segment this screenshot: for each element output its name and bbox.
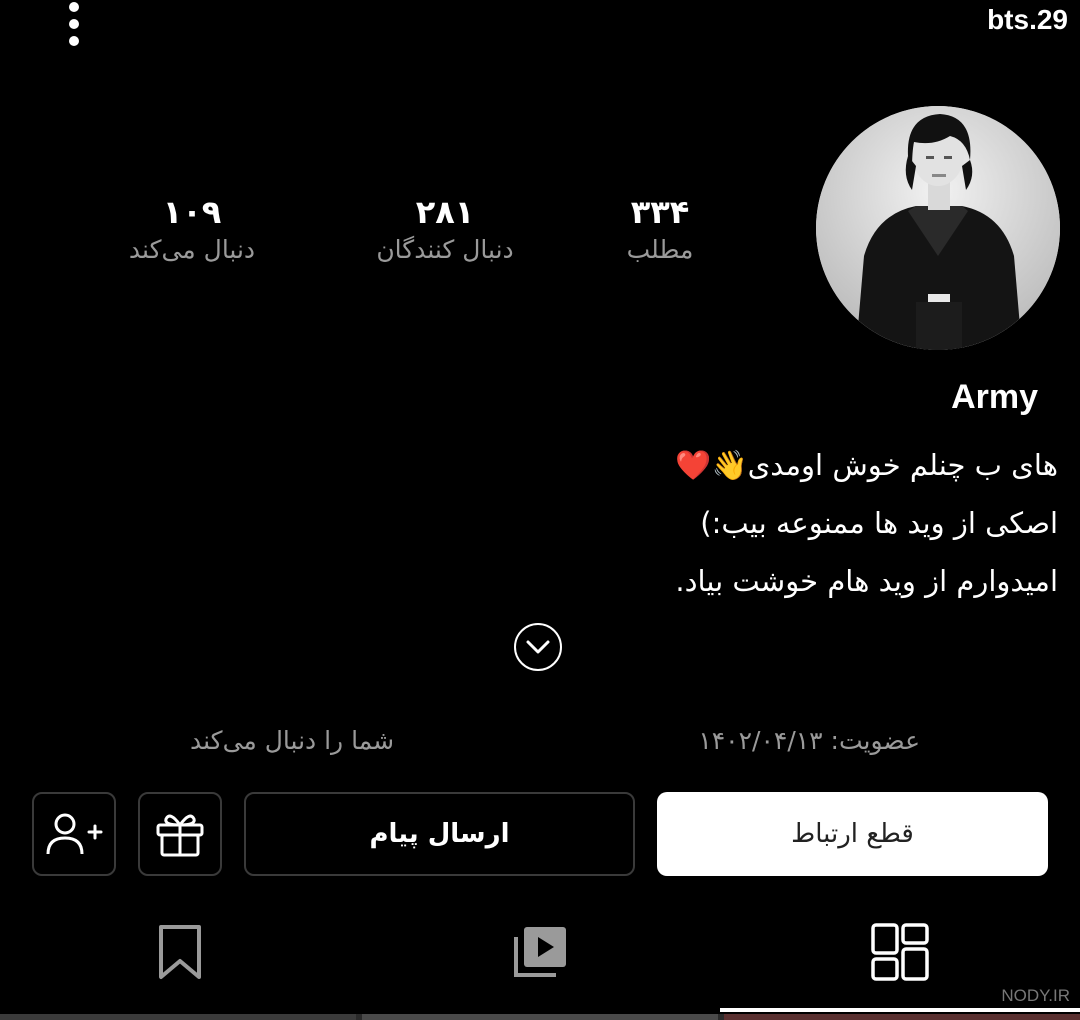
add-user-button[interactable] xyxy=(32,792,116,876)
send-message-label: ارسال پیام xyxy=(369,819,510,849)
watermark: NODY.IR xyxy=(1001,986,1070,1005)
post-thumbnails-strip xyxy=(0,1014,1080,1020)
bio-line: اصکی از وید ها ممنوعه بیب:) xyxy=(700,506,1058,540)
more-dot xyxy=(69,36,79,46)
disconnect-button[interactable]: قطع ارتباط xyxy=(657,792,1048,876)
tab-grid[interactable] xyxy=(720,912,1080,992)
stat-following[interactable]: ۱۰۹ دنبال می‌کند xyxy=(92,192,292,268)
bio-line: امیدوارم از وید هام خوشت بیاد. xyxy=(675,564,1058,598)
bio-line: های ب چنلم خوش اومدی👋❤️ xyxy=(675,448,1058,482)
tab-videos[interactable] xyxy=(360,912,720,992)
avatar[interactable] xyxy=(816,106,1060,350)
tab-saved[interactable] xyxy=(0,912,360,992)
active-tab-indicator xyxy=(720,1008,1080,1012)
video-library-icon xyxy=(514,927,566,977)
stat-posts[interactable]: ۳۳۴ مطلب xyxy=(560,192,760,268)
more-dot xyxy=(69,2,79,12)
post-thumbnail[interactable] xyxy=(362,1014,718,1020)
bookmark-icon xyxy=(159,925,201,979)
membership-date: عضویت: ۱۴۰۲/۰۴/۱۳ xyxy=(698,726,920,755)
gift-button[interactable] xyxy=(138,792,222,876)
stat-following-label: دنبال می‌کند xyxy=(128,235,256,264)
stat-followers-label: دنبال کنندگان xyxy=(376,235,514,264)
add-user-icon xyxy=(46,813,103,855)
post-thumbnail[interactable] xyxy=(0,1014,356,1020)
post-thumbnail[interactable] xyxy=(724,1014,1080,1020)
stat-posts-label: مطلب xyxy=(626,235,694,264)
expand-bio-button[interactable] xyxy=(514,623,562,671)
grid-icon xyxy=(871,923,929,981)
avatar-photo xyxy=(816,106,1060,350)
display-name: Army xyxy=(951,378,1038,416)
send-message-button[interactable]: ارسال پیام xyxy=(244,792,635,876)
follows-you-text: شما را دنبال می‌کند xyxy=(190,726,395,755)
bio: های ب چنلم خوش اومدی👋❤️ اصکی از وید ها م… xyxy=(358,436,1058,610)
stat-posts-count: ۳۳۴ xyxy=(630,193,690,231)
disconnect-label: قطع ارتباط xyxy=(791,819,914,849)
stat-followers[interactable]: ۲۸۱ دنبال کنندگان xyxy=(345,192,545,268)
stat-followers-count: ۲۸۱ xyxy=(415,193,475,231)
more-dot xyxy=(69,19,79,29)
username: bts.29 xyxy=(987,4,1068,35)
gift-icon xyxy=(156,814,204,857)
more-vertical-icon[interactable] xyxy=(56,0,92,48)
chevron-down-icon xyxy=(526,640,550,654)
stat-following-count: ۱۰۹ xyxy=(162,193,222,231)
